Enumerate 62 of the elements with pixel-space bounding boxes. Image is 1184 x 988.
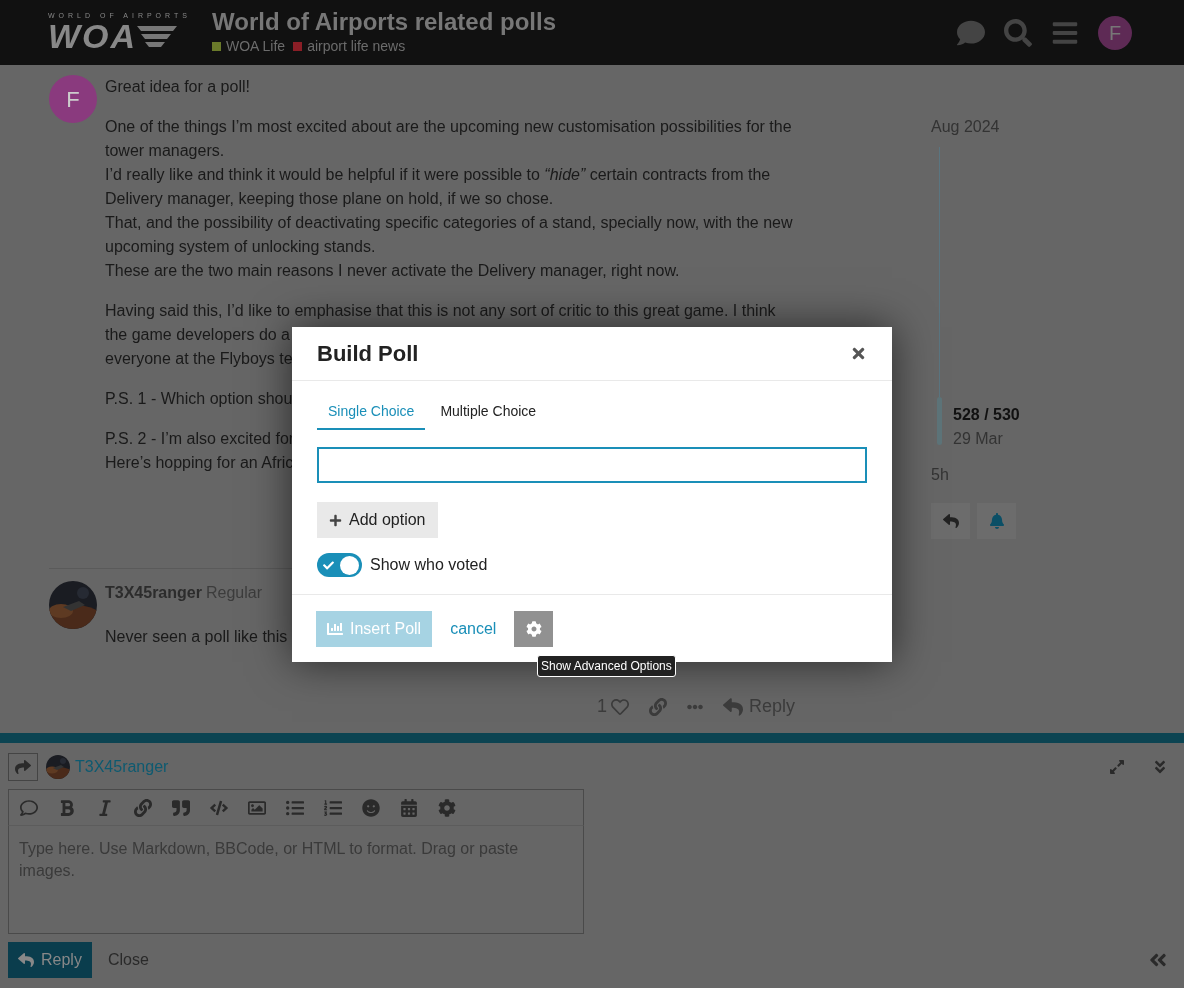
search-icon[interactable] [1004,18,1032,47]
advanced-options-button[interactable] [514,610,554,647]
category-badge[interactable]: airport life news [293,36,406,57]
link-icon[interactable] [648,697,667,716]
timeline-handle[interactable] [936,397,942,445]
close-button[interactable]: Close [107,948,149,972]
tooltip: Show Advanced Options [537,655,676,677]
author-name[interactable]: T3X45ranger [105,581,202,605]
post-text: the game developers do a [105,325,290,345]
share-arrow-icon [15,759,31,775]
poll-option-field[interactable] [317,447,867,483]
notification-button[interactable] [977,503,1016,539]
link-icon[interactable] [134,798,152,817]
post-text: One of the things I’m most excited about are the upcoming new customisation possibilities for the tower managers. [105,117,793,161]
topic-title[interactable]: World of Airports related polls [212,8,557,36]
cancel-link[interactable]: cancel [450,616,497,641]
poll-type-tab[interactable]: Multiple Choice [429,401,548,430]
expand-icon[interactable] [1109,759,1125,775]
heart-icon [610,697,629,716]
bell-icon [988,513,1005,529]
reply-icon [18,952,34,968]
italic-icon[interactable] [96,798,114,817]
reply-icon [722,696,743,717]
reply-button[interactable]: Reply [8,942,92,978]
post-position: 528 / 530 [953,405,1020,425]
calendar-icon[interactable] [400,798,418,817]
post-text: These are the two main reasons I never activate the Delivery manager, right now. [105,261,680,281]
reply-button[interactable] [931,503,970,539]
image-icon[interactable] [248,798,266,817]
collapse-icon[interactable] [1152,759,1168,775]
category-badge[interactable]: WOA Life [212,36,286,57]
settings-icon [525,620,542,637]
plus-icon [329,513,342,527]
bold-icon[interactable] [58,798,76,817]
toggle-label: Show who voted [370,555,488,575]
post-text: That, and the possibility of deactivating specific categories of a stand, specially now, with the new upcoming system of unlocking stands. [105,213,794,257]
chat-icon[interactable] [957,18,985,47]
user-avatar[interactable]: F [49,75,97,123]
bar-chart-icon [327,620,343,637]
post-text: P.S. 2 - I’m also excited for [105,429,295,449]
numbered-list-icon[interactable] [324,798,342,817]
post-text: I’d really like and think it would be helpful if it were possible to “hide” certain contracts from the Delivery manager, keeping those plane on hold, if we so chose. [105,165,772,209]
bullet-list-icon[interactable] [286,798,304,817]
post-text: Great idea for a poll! [105,77,250,97]
settings-icon[interactable] [438,798,456,817]
reply-icon [942,513,959,529]
quote-icon[interactable] [172,798,190,817]
close-icon[interactable] [850,345,867,362]
toggle-switch[interactable] [317,553,362,577]
dialog-title: Build Poll [317,340,419,368]
user-avatar[interactable]: F [1098,15,1132,50]
check-icon [323,559,334,571]
post-text: everyone at the Flyboys te [105,349,293,369]
post-text: Here’s hopping for an Afric [105,453,294,473]
code-icon[interactable] [210,798,228,817]
post-text: P.S. 1 - Which option shou [105,389,293,409]
add-option-button[interactable]: Add option [317,502,438,538]
poll-type-tab[interactable]: Single Choice [317,401,426,430]
post-text: Never seen a poll like this [105,627,288,647]
reply-type-button[interactable] [8,753,38,781]
speech-bubble-icon[interactable] [20,798,38,817]
smiley-icon[interactable] [362,798,380,817]
